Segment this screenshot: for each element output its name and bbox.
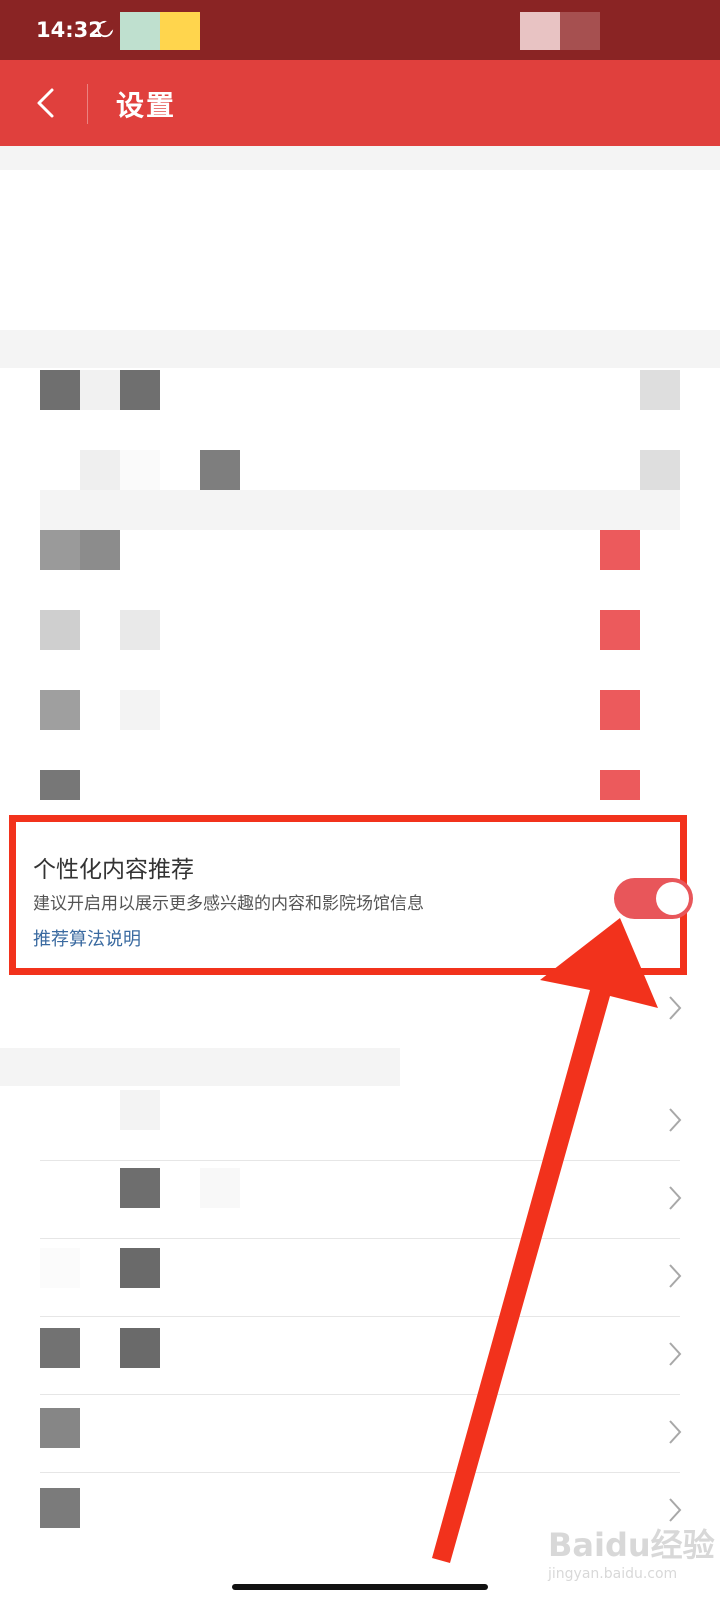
blurred-toggle[interactable]: [600, 690, 640, 730]
status-time: 14:32: [36, 18, 103, 42]
blurred-label: [200, 450, 240, 490]
blurred-value: [640, 450, 680, 490]
home-indicator[interactable]: [232, 1584, 488, 1590]
blurred-label: [120, 370, 160, 410]
blurred-label: [40, 1408, 80, 1448]
blurred-label: [120, 1328, 160, 1368]
blurred-toggle[interactable]: [600, 610, 640, 650]
section-gap: [0, 1048, 400, 1086]
blurred-label: [80, 370, 120, 410]
page-title: 设置: [116, 89, 177, 122]
nav-divider: [87, 84, 88, 124]
blurred-status-icon: [120, 12, 160, 50]
blurred-label: [120, 610, 160, 650]
section-gap: [40, 490, 680, 530]
blurred-toggle[interactable]: [600, 530, 640, 570]
blurred-label: [40, 530, 80, 570]
blurred-status-icon: [520, 12, 560, 50]
chevron-right-icon[interactable]: [664, 1339, 686, 1369]
blurred-label: [120, 1248, 160, 1288]
blurred-status-icon: [560, 12, 600, 50]
blurred-label: [40, 1488, 80, 1528]
blurred-label: [120, 690, 160, 730]
blurred-label: [40, 1328, 80, 1368]
chevron-right-icon[interactable]: [664, 1417, 686, 1447]
blurred-label: [120, 450, 160, 490]
moon-icon: [96, 20, 114, 38]
blurred-label: [80, 450, 120, 490]
baidu-jingyan-watermark: Baidu经验 jingyan.baidu.com: [548, 1520, 716, 1594]
chevron-right-icon[interactable]: [664, 1105, 686, 1135]
personalized-recommendation-title: 个性化内容推荐: [33, 857, 194, 883]
toggle-knob: [656, 882, 689, 915]
chevron-left-icon[interactable]: [22, 78, 72, 128]
chevron-right-icon[interactable]: [664, 1183, 686, 1213]
blurred-label: [40, 690, 80, 730]
algorithm-explanation-link[interactable]: 推荐算法说明: [33, 925, 141, 951]
section-gap: [0, 146, 720, 170]
watermark-brand: Baidu经验: [548, 1526, 715, 1564]
chevron-right-icon[interactable]: [664, 1261, 686, 1291]
section-gap: [0, 330, 720, 368]
blurred-label: [200, 1168, 240, 1208]
personalized-recommendation-toggle[interactable]: [614, 878, 693, 919]
blurred-value: [640, 370, 680, 410]
watermark-url: jingyan.baidu.com: [548, 1566, 678, 1582]
chevron-right-icon[interactable]: [664, 993, 686, 1023]
blurred-label: [40, 770, 80, 800]
blurred-label: [120, 1090, 160, 1130]
blurred-label: [40, 610, 80, 650]
blurred-toggle[interactable]: [600, 770, 640, 800]
navigation-bar: 设置: [0, 60, 720, 146]
blurred-label: [80, 530, 120, 570]
blurred-label: [40, 370, 80, 410]
personalized-recommendation-description: 建议开启用以展示更多感兴趣的内容和影院场馆信息: [33, 894, 424, 914]
blurred-label: [120, 1168, 160, 1208]
blurred-label: [40, 1248, 80, 1288]
blurred-status-icon: [160, 12, 200, 50]
annotation-arrow: [432, 918, 658, 1563]
status-bar: 14:32: [0, 0, 720, 60]
